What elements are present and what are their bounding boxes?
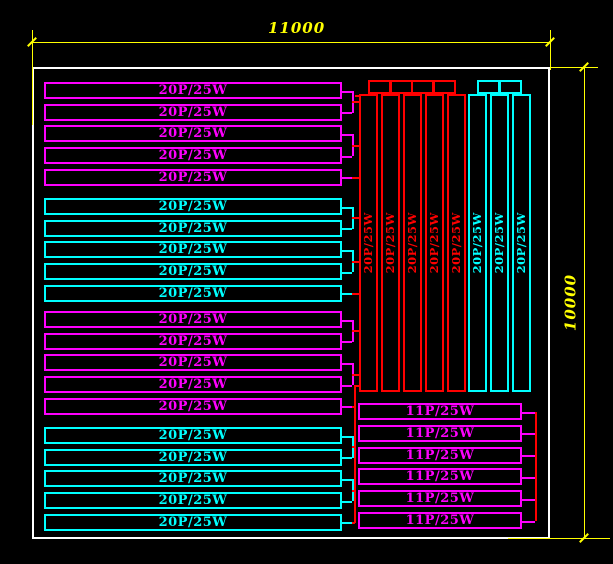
right-dimension-label: 10000 [564,268,579,338]
top-dimension-label: 11000 [268,21,325,36]
cad-drawing-canvas: 11000 10000 20P/25W 20P/25W 20P/25W 20P/25W… [0,0,613,564]
riser-bar: 20P/25W [425,94,444,392]
radiator-bar: 20P/25W [44,398,342,415]
radiator-bar: 20P/25W [44,169,342,186]
radiator-bar: 20P/25W [44,220,342,237]
riser-bar: 20P/25W [468,94,487,392]
pipe-stub [342,134,352,136]
riser-bar: 20P/25W [512,94,531,392]
pipe-stub [342,406,352,408]
radiator-bar: 20P/25W [44,104,342,121]
pipe-stub [342,177,352,179]
radiator-bar: 11P/25W [358,512,522,529]
radiator-bar: 11P/25W [358,490,522,507]
riser-header-cell [477,80,500,94]
radiator-bar: 20P/25W [44,354,342,371]
pipe-stub [342,272,352,274]
riser-bar-label: 20P/25W [363,212,375,273]
pipe-stub [342,156,352,158]
radiator-bar: 20P/25W [44,285,342,302]
riser-bar: 20P/25W [403,94,422,392]
radiator-bar: 11P/25W [358,468,522,485]
pipe-stub [522,521,535,523]
radiator-bar: 20P/25W [44,263,342,280]
pipe-stub [342,363,352,365]
riser-header-cell [433,80,456,94]
riser-bar-label: 20P/25W [407,212,419,273]
top-dimension-ext-right [550,30,551,70]
top-dimension-ext-left [32,30,33,125]
radiator-bar: 20P/25W [44,311,342,328]
pipe-tap [352,406,355,408]
pipe-stub [342,479,352,481]
radiator-bar: 20P/25W [44,427,342,444]
radiator-bar: 11P/25W [358,425,522,442]
pipe-tap [352,490,355,492]
radiator-bar: 11P/25W [358,447,522,464]
top-dimension-line [32,42,550,43]
radiator-bar: 20P/25W [44,198,342,215]
radiator-bar: 11P/25W [358,403,522,420]
radiator-bar: 20P/25W [44,82,342,99]
right-dimension-line [584,67,585,538]
pipe-stub [342,112,352,114]
pipe-stub [522,412,535,414]
riser-bar-label: 20P/25W [472,212,484,273]
pipe-stub [342,91,352,93]
pipe-stub [342,385,352,387]
pipe-tap [352,446,355,448]
right-dimension-ext-top [550,67,598,68]
pipe-trunk-right [535,412,537,521]
riser-bar-label: 20P/25W [516,212,528,273]
pipe-stub [342,436,352,438]
riser-bar: 20P/25W [359,94,378,392]
pipe-stub [342,207,352,209]
riser-bar-label: 20P/25W [429,212,441,273]
pipe-stub [522,433,535,435]
riser-header-cell [499,80,522,94]
riser-bar: 20P/25W [447,94,466,392]
radiator-bar: 20P/25W [44,514,342,531]
pipe-stub [342,341,352,343]
riser-bar-label: 20P/25W [494,212,506,273]
riser-header-cell [368,80,391,94]
riser-header-cell [411,80,434,94]
pipe-stub [522,499,535,501]
riser-bar-label: 20P/25W [451,212,463,273]
pipe-stub [522,455,535,457]
pipe-stub [342,320,352,322]
pipe-stub [342,293,352,295]
riser-bar-label: 20P/25W [385,212,397,273]
radiator-bar: 20P/25W [44,449,342,466]
pipe-stub [342,501,352,503]
radiator-bar: 20P/25W [44,376,342,393]
radiator-bar: 20P/25W [44,125,342,142]
radiator-bar: 20P/25W [44,333,342,350]
pipe-stub [342,250,352,252]
riser-header-cell [390,80,413,94]
right-dimension-ext-bottom [508,538,610,539]
pipe-stub [522,477,535,479]
pipe-stub [342,522,352,524]
riser-bar: 20P/25W [490,94,509,392]
riser-bar: 20P/25W [381,94,400,392]
radiator-bar: 20P/25W [44,147,342,164]
radiator-bar: 20P/25W [44,492,342,509]
radiator-bar: 20P/25W [44,470,342,487]
pipe-tap [352,522,355,524]
pipe-stub [342,457,352,459]
pipe-stub [342,228,352,230]
radiator-bar: 20P/25W [44,241,342,258]
